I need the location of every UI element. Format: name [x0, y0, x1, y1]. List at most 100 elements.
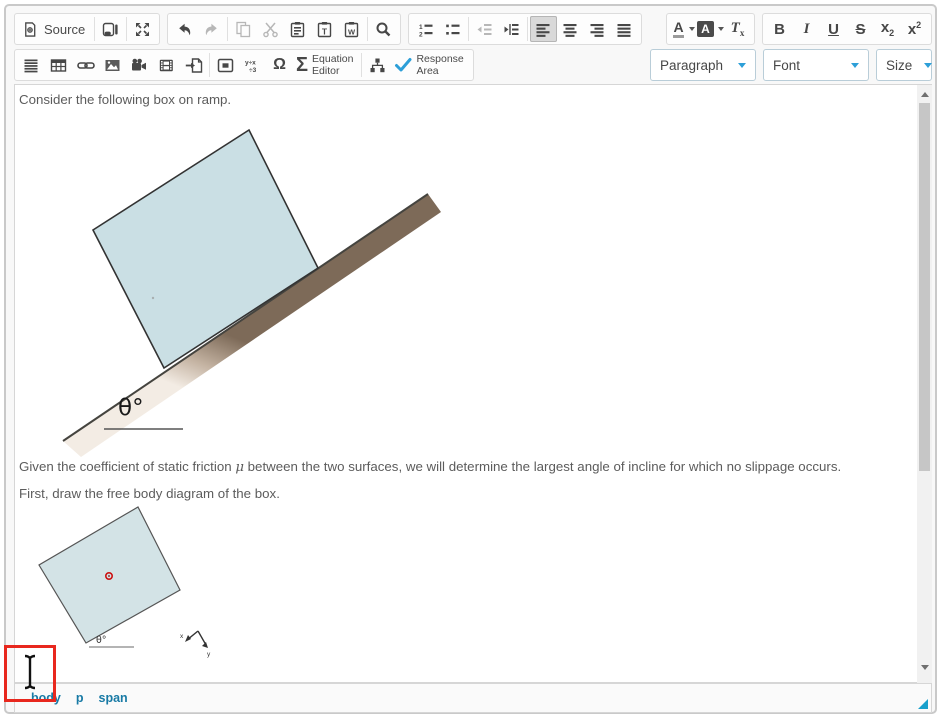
- svg-text:y: y: [207, 651, 211, 658]
- separator: [361, 53, 362, 77]
- redo-button[interactable]: [198, 16, 225, 42]
- size-dropdown[interactable]: Size: [876, 49, 932, 81]
- table-button[interactable]: [45, 52, 72, 78]
- chevron-down-icon: [718, 27, 724, 31]
- paste-plain-text-button[interactable]: T: [311, 16, 338, 42]
- svg-text:÷3: ÷3: [249, 67, 257, 74]
- source-button[interactable]: Source: [18, 16, 92, 42]
- sitemap-button[interactable]: [364, 52, 391, 78]
- group-insert: y÷x ÷3 Ω Σ EquationEditor: [14, 49, 474, 81]
- decrease-indent-button[interactable]: [471, 16, 498, 42]
- paste-button[interactable]: [284, 16, 311, 42]
- video-button[interactable]: [126, 52, 153, 78]
- math-button[interactable]: y÷x ÷3: [239, 52, 266, 78]
- bold-icon: B: [774, 22, 785, 37]
- scrollbar-thumb[interactable]: [919, 103, 930, 471]
- film-strip-icon: [158, 57, 175, 74]
- align-left-button[interactable]: [530, 16, 557, 42]
- scroll-down-button[interactable]: [917, 659, 932, 675]
- free-body-diagram[interactable]: θ° x y: [36, 505, 226, 663]
- numbered-list-button[interactable]: 1 2: [412, 16, 439, 42]
- link-icon: [77, 57, 95, 74]
- source-label: Source: [44, 22, 85, 37]
- chevron-down-icon: [689, 27, 695, 31]
- line-height-button[interactable]: [18, 52, 45, 78]
- italic-button[interactable]: I: [793, 16, 820, 42]
- media-embed-button[interactable]: [153, 52, 180, 78]
- box-on-ramp-diagram[interactable]: θ°: [61, 112, 453, 462]
- separator: [126, 17, 127, 41]
- background-color-button[interactable]: A: [697, 16, 724, 42]
- svg-text:1: 1: [419, 24, 423, 31]
- remove-format-icon: Tx: [731, 20, 745, 38]
- underline-icon: U: [828, 22, 839, 37]
- undo-button[interactable]: [171, 16, 198, 42]
- mu-symbol: μ: [235, 460, 244, 475]
- paste-icon: [289, 21, 306, 38]
- bulleted-list-icon: [444, 21, 461, 38]
- cut-button[interactable]: [257, 16, 284, 42]
- group-document: Source: [14, 13, 160, 45]
- align-justify-button[interactable]: [611, 16, 638, 42]
- iframe-button[interactable]: [212, 52, 239, 78]
- undo-icon: [176, 21, 193, 38]
- svg-text:W: W: [348, 27, 356, 36]
- editor-content-area[interactable]: Consider the following box on ramp. θ° G…: [14, 84, 917, 683]
- link-button[interactable]: [72, 52, 99, 78]
- equation-editor-button[interactable]: Σ EquationEditor: [293, 52, 359, 78]
- response-area-button[interactable]: ResponseArea: [391, 52, 469, 78]
- group-clipboard: T W: [167, 13, 401, 45]
- find-button[interactable]: [370, 16, 397, 42]
- strikethrough-icon: S: [855, 22, 865, 37]
- remove-format-button[interactable]: Tx: [724, 16, 751, 42]
- copy-button[interactable]: [230, 16, 257, 42]
- group-basicstyles: B I U S x2 x2: [762, 13, 932, 45]
- align-center-button[interactable]: [557, 16, 584, 42]
- paragraph-format-dropdown[interactable]: Paragraph: [650, 49, 756, 81]
- editor-root: Source: [0, 0, 945, 722]
- path-item-span[interactable]: span: [99, 691, 128, 705]
- align-right-button[interactable]: [584, 16, 611, 42]
- copy-icon: [235, 21, 252, 38]
- paragraph-1: Consider the following box on ramp.: [19, 92, 231, 107]
- special-char-button[interactable]: Ω: [266, 52, 293, 78]
- subscript-button[interactable]: x2: [874, 16, 901, 42]
- scroll-up-button[interactable]: [917, 86, 932, 102]
- image-button[interactable]: [99, 52, 126, 78]
- scroll-up-icon: [921, 92, 929, 97]
- box-shape: [93, 130, 318, 368]
- bold-button[interactable]: B: [766, 16, 793, 42]
- templates-button[interactable]: [97, 16, 124, 42]
- toolbar-row-1: Source: [14, 13, 932, 45]
- align-center-icon: [562, 21, 579, 38]
- text-color-button[interactable]: A: [670, 16, 697, 42]
- path-item-p[interactable]: p: [76, 691, 84, 705]
- paragraph-2: Given the coefficient of static friction…: [19, 459, 841, 475]
- equation-editor-label: EquationEditor: [312, 53, 353, 77]
- align-justify-icon: [616, 21, 633, 38]
- separator: [367, 17, 368, 41]
- outdent-icon: [476, 21, 493, 38]
- underline-button[interactable]: U: [820, 16, 847, 42]
- paste-text-icon: T: [316, 21, 333, 38]
- maximize-button[interactable]: [129, 16, 156, 42]
- check-icon: [394, 57, 412, 73]
- redo-icon: [203, 21, 220, 38]
- insert-document-button[interactable]: [180, 52, 207, 78]
- svg-text:x: x: [180, 633, 184, 640]
- math-icon: y÷x ÷3: [244, 57, 262, 74]
- strikethrough-button[interactable]: S: [847, 16, 874, 42]
- bulleted-list-button[interactable]: [439, 16, 466, 42]
- subscript-icon: x2: [881, 20, 894, 38]
- paste-from-word-button[interactable]: W: [338, 16, 365, 42]
- angle-label: θ°: [118, 395, 144, 421]
- image-icon: [104, 57, 121, 74]
- italic-icon: I: [804, 22, 810, 37]
- vertical-scrollbar[interactable]: [917, 84, 932, 683]
- superscript-button[interactable]: x2: [901, 16, 928, 42]
- toolbar-row-2: y÷x ÷3 Ω Σ EquationEditor: [14, 49, 932, 81]
- font-dropdown[interactable]: Font: [763, 49, 869, 81]
- resize-handle[interactable]: [918, 699, 928, 709]
- separator: [94, 17, 95, 41]
- increase-indent-button[interactable]: [498, 16, 525, 42]
